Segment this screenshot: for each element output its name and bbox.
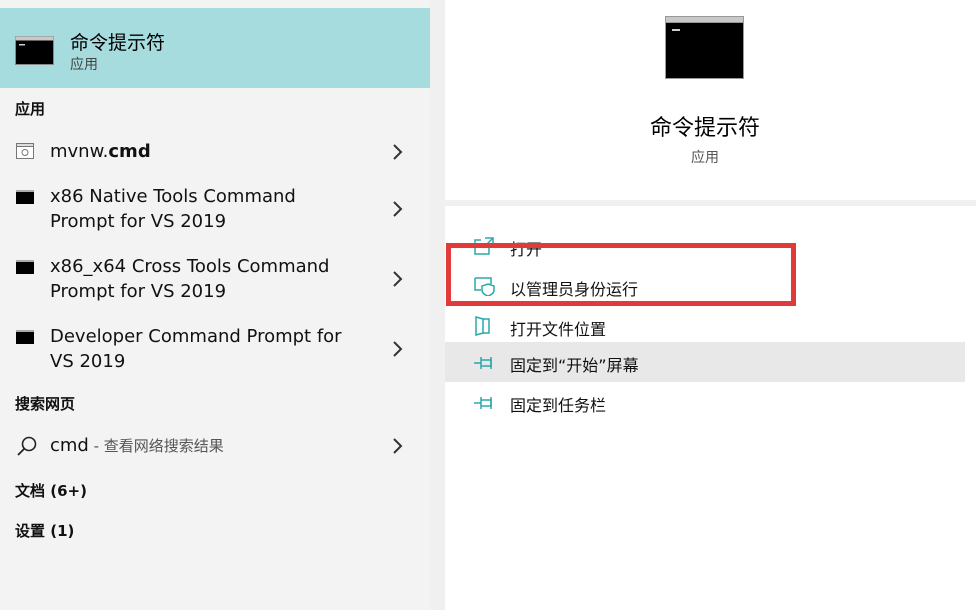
result-label: mvnw.cmd: [50, 141, 151, 162]
pin-icon: [474, 397, 492, 409]
detail-header: 命令提示符 应用: [445, 0, 976, 200]
chevron-right-icon[interactable]: [390, 143, 404, 161]
section-apps: 应用: [15, 100, 46, 118]
detail-subtitle: 应用: [691, 150, 719, 166]
file-script-icon: [16, 143, 34, 159]
action-label: 打开文件位置: [510, 320, 607, 339]
highlight-annotation-box: [446, 243, 796, 306]
action-label: 固定到“开始”屏幕: [510, 356, 639, 375]
result-mvnw-cmd[interactable]: mvnw.cmd: [0, 136, 430, 168]
result-label: x86 Native Tools Command Prompt for VS 20…: [50, 186, 296, 232]
best-match-subtitle: 应用: [70, 57, 98, 73]
pin-icon: [474, 357, 492, 369]
action-pin-to-start[interactable]: 固定到“开始”屏幕: [445, 342, 965, 382]
terminal-icon: [16, 330, 34, 344]
section-settings[interactable]: 设置 (1): [15, 520, 74, 541]
result-web-search[interactable]: cmd - 查看网络搜索结果: [0, 430, 430, 462]
chevron-right-icon[interactable]: [390, 200, 404, 218]
result-x86-native-tools[interactable]: x86 Native Tools Command Prompt for VS 20…: [0, 182, 430, 236]
terminal-icon: [16, 260, 34, 274]
terminal-icon: [15, 36, 54, 65]
result-label: cmd - 查看网络搜索结果: [50, 435, 224, 456]
chevron-right-icon[interactable]: [390, 437, 404, 455]
chevron-right-icon[interactable]: [390, 340, 404, 358]
section-web: 搜索网页: [15, 395, 76, 413]
search-results-panel: 命令提示符 应用 应用 mvnw.cmd x86 Native Tools Co…: [0, 0, 430, 610]
result-label: Developer Command Prompt for VS 2019: [50, 326, 342, 372]
terminal-icon: [665, 16, 744, 79]
action-open-file-location[interactable]: 打开文件位置: [445, 306, 965, 346]
result-label: x86_x64 Cross Tools Command Prompt for VS…: [50, 256, 330, 302]
best-match-title: 命令提示符: [70, 32, 166, 54]
search-icon: [17, 436, 37, 456]
action-label: 固定到任务栏: [510, 396, 607, 415]
result-x86-x64-cross-tools[interactable]: x86_x64 Cross Tools Command Prompt for VS…: [0, 252, 430, 306]
detail-title: 命令提示符: [649, 116, 760, 141]
terminal-icon: [16, 190, 34, 204]
chevron-right-icon[interactable]: [390, 270, 404, 288]
action-pin-to-taskbar[interactable]: 固定到任务栏: [445, 382, 965, 422]
section-documents[interactable]: 文档 (6+): [15, 480, 87, 501]
result-developer-command-prompt[interactable]: Developer Command Prompt for VS 2019: [0, 322, 430, 376]
best-match-item[interactable]: 命令提示符 应用: [0, 8, 430, 88]
folder-location-icon: [475, 316, 490, 336]
